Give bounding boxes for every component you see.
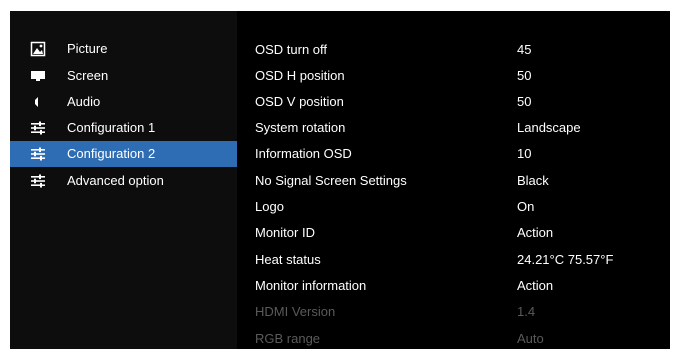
screen-icon xyxy=(31,71,45,81)
sliders-icon xyxy=(31,147,45,161)
setting-label: RGB range xyxy=(255,331,321,346)
setting-value[interactable]: Black xyxy=(517,168,549,194)
settings-list: OSD turn off 45 OSD H position 50 OSD V … xyxy=(237,11,670,349)
setting-osd-h-position[interactable]: OSD H position 50 xyxy=(237,63,670,89)
setting-hdmi-version: HDMI Version 1.4 xyxy=(237,299,670,325)
setting-label: Monitor information xyxy=(255,278,367,293)
sidebar-item-advanced-option[interactable]: Advanced option xyxy=(10,168,237,194)
setting-system-rotation[interactable]: System rotation Landscape xyxy=(237,115,670,141)
setting-label: OSD V position xyxy=(255,94,344,109)
sliders-icon xyxy=(31,121,45,135)
setting-rgb-range: RGB range Auto xyxy=(237,326,670,349)
sidebar-item-label: Configuration 1 xyxy=(67,120,156,135)
sidebar-item-label: Configuration 2 xyxy=(67,146,156,161)
setting-value[interactable]: Action xyxy=(517,220,553,246)
sidebar-item-configuration-2[interactable]: Configuration 2 xyxy=(10,141,237,167)
setting-value: 1.4 xyxy=(517,304,536,319)
setting-label: No Signal Screen Settings xyxy=(255,173,407,188)
sidebar-menu: Picture Screen Audio Configuration 1 Con… xyxy=(10,11,237,349)
setting-label: System rotation xyxy=(255,120,346,135)
osd-menu: Picture Screen Audio Configuration 1 Con… xyxy=(10,11,670,349)
setting-monitor-id[interactable]: Monitor ID Action xyxy=(237,220,670,246)
sidebar-item-audio[interactable]: Audio xyxy=(10,89,237,115)
picture-icon xyxy=(30,41,46,57)
setting-value[interactable]: 45 xyxy=(517,37,531,63)
sidebar-item-label: Audio xyxy=(67,94,101,109)
setting-value[interactable]: 50 xyxy=(517,89,531,115)
sidebar-item-configuration-1[interactable]: Configuration 1 xyxy=(10,115,237,141)
setting-value[interactable]: Action xyxy=(517,273,553,299)
sidebar-item-label: Picture xyxy=(67,41,108,56)
setting-value: Auto xyxy=(517,331,544,346)
setting-value[interactable]: On xyxy=(517,194,534,220)
setting-label: Information OSD xyxy=(255,146,352,161)
setting-value[interactable]: 50 xyxy=(517,63,531,89)
setting-monitor-information[interactable]: Monitor information Action xyxy=(237,273,670,299)
sidebar-item-label: Screen xyxy=(67,68,109,83)
sliders-icon xyxy=(31,174,45,188)
setting-information-osd[interactable]: Information OSD 10 xyxy=(237,141,670,167)
sidebar-item-screen[interactable]: Screen xyxy=(10,63,237,89)
setting-heat-status[interactable]: Heat status 24.21°C 75.57°F xyxy=(237,247,670,273)
setting-logo[interactable]: Logo On xyxy=(237,194,670,220)
setting-osd-turn-off[interactable]: OSD turn off 45 xyxy=(237,37,670,63)
setting-label: OSD H position xyxy=(255,68,345,83)
setting-label: OSD turn off xyxy=(255,42,328,57)
sidebar-item-label: Advanced option xyxy=(67,173,164,188)
setting-value: 24.21°C 75.57°F xyxy=(517,252,614,267)
setting-value[interactable]: Landscape xyxy=(517,115,581,141)
speaker-icon xyxy=(35,97,38,107)
setting-label: Logo xyxy=(255,199,284,214)
setting-label: HDMI Version xyxy=(255,304,336,319)
setting-label: Monitor ID xyxy=(255,225,315,240)
setting-value[interactable]: 10 xyxy=(517,141,531,167)
setting-osd-v-position[interactable]: OSD V position 50 xyxy=(237,89,670,115)
setting-label: Heat status xyxy=(255,252,321,267)
setting-no-signal-screen[interactable]: No Signal Screen Settings Black xyxy=(237,168,670,194)
sidebar-item-picture[interactable]: Picture xyxy=(10,36,237,62)
